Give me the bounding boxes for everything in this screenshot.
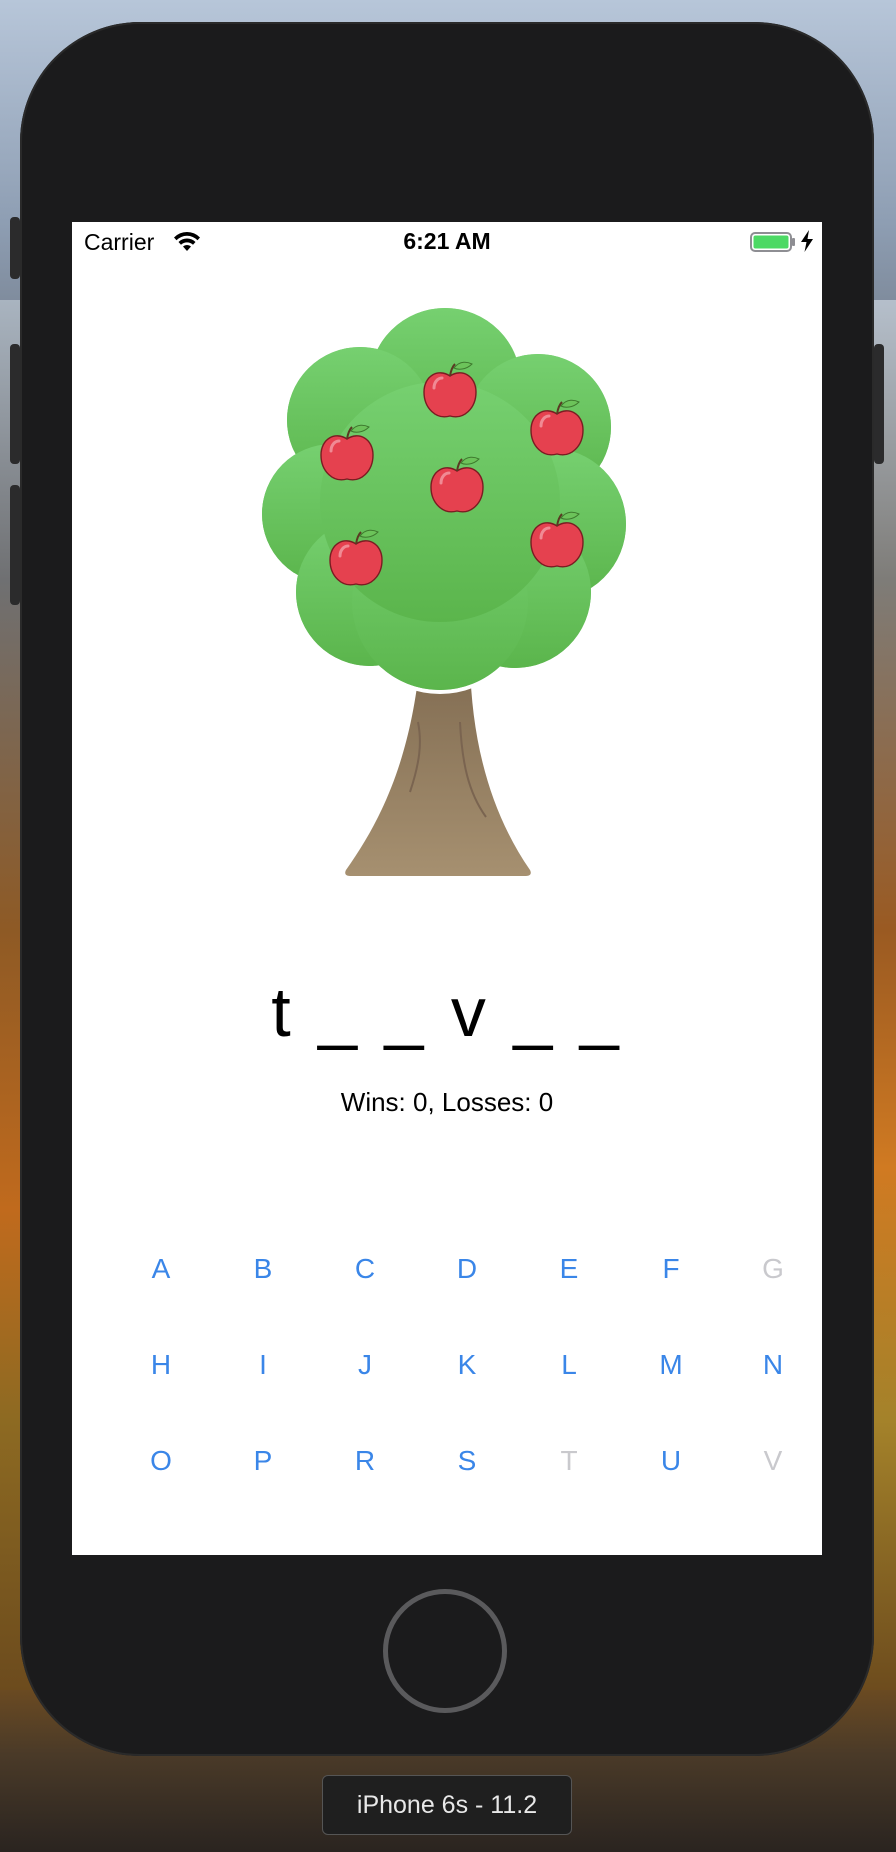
volume-down-button xyxy=(10,485,20,605)
keyboard-row: HIJKLMN xyxy=(110,1345,822,1441)
status-bar: Carrier 6:21 AM xyxy=(72,222,822,262)
letter-button-v: V xyxy=(763,1445,783,1476)
letter-button-l[interactable]: L xyxy=(518,1345,620,1441)
letter-button-s[interactable]: S xyxy=(416,1441,518,1537)
letter-button-p[interactable]: P xyxy=(212,1441,314,1537)
letter-button-r[interactable]: R xyxy=(314,1441,416,1537)
score-label: Wins: 0, Losses: 0 xyxy=(340,1087,554,1117)
silent-switch xyxy=(10,217,20,279)
power-button xyxy=(874,344,884,464)
letter-button-k[interactable]: K xyxy=(416,1345,518,1441)
letter-button-o[interactable]: O xyxy=(110,1441,212,1537)
letter-button-a[interactable]: A xyxy=(110,1249,212,1345)
volume-up-button xyxy=(10,344,20,464)
letter-button-g: G xyxy=(762,1253,784,1284)
puzzle-word-label: t _ _ v _ _ xyxy=(271,973,623,1051)
letter-button-c[interactable]: C xyxy=(314,1249,416,1345)
keyboard-row: OPRS T U V xyxy=(110,1441,822,1537)
letter-button-j[interactable]: J xyxy=(314,1345,416,1441)
letter-button-i[interactable]: I xyxy=(212,1345,314,1441)
keyboard-row: ABCDEF G xyxy=(110,1249,822,1345)
home-button[interactable] xyxy=(383,1589,507,1713)
simulator-device-label: iPhone 6s - 11.2 xyxy=(322,1775,572,1835)
apple-tree-image xyxy=(258,304,630,876)
letter-button-f[interactable]: F xyxy=(620,1249,722,1345)
letter-button-n[interactable]: N xyxy=(722,1345,822,1441)
letter-button-t: T xyxy=(560,1445,578,1476)
letter-button-b[interactable]: B xyxy=(212,1249,314,1345)
letter-button-h[interactable]: H xyxy=(110,1345,212,1441)
charging-bolt-icon xyxy=(801,230,813,252)
status-time: 6:21 AM xyxy=(403,228,491,254)
app-screen: Carrier 6:21 AM t _ _ v _ _ Wins: 0, Los… xyxy=(72,222,822,1555)
letter-button-m[interactable]: M xyxy=(620,1345,722,1441)
letter-button-e[interactable]: E xyxy=(518,1249,620,1345)
battery-icon xyxy=(750,232,795,252)
letter-keyboard: ABCDEFGHIJKLMNOPRSTUV xyxy=(110,1249,822,1537)
letter-button-d[interactable]: D xyxy=(416,1249,518,1345)
letter-button-u[interactable]: U xyxy=(620,1441,722,1537)
